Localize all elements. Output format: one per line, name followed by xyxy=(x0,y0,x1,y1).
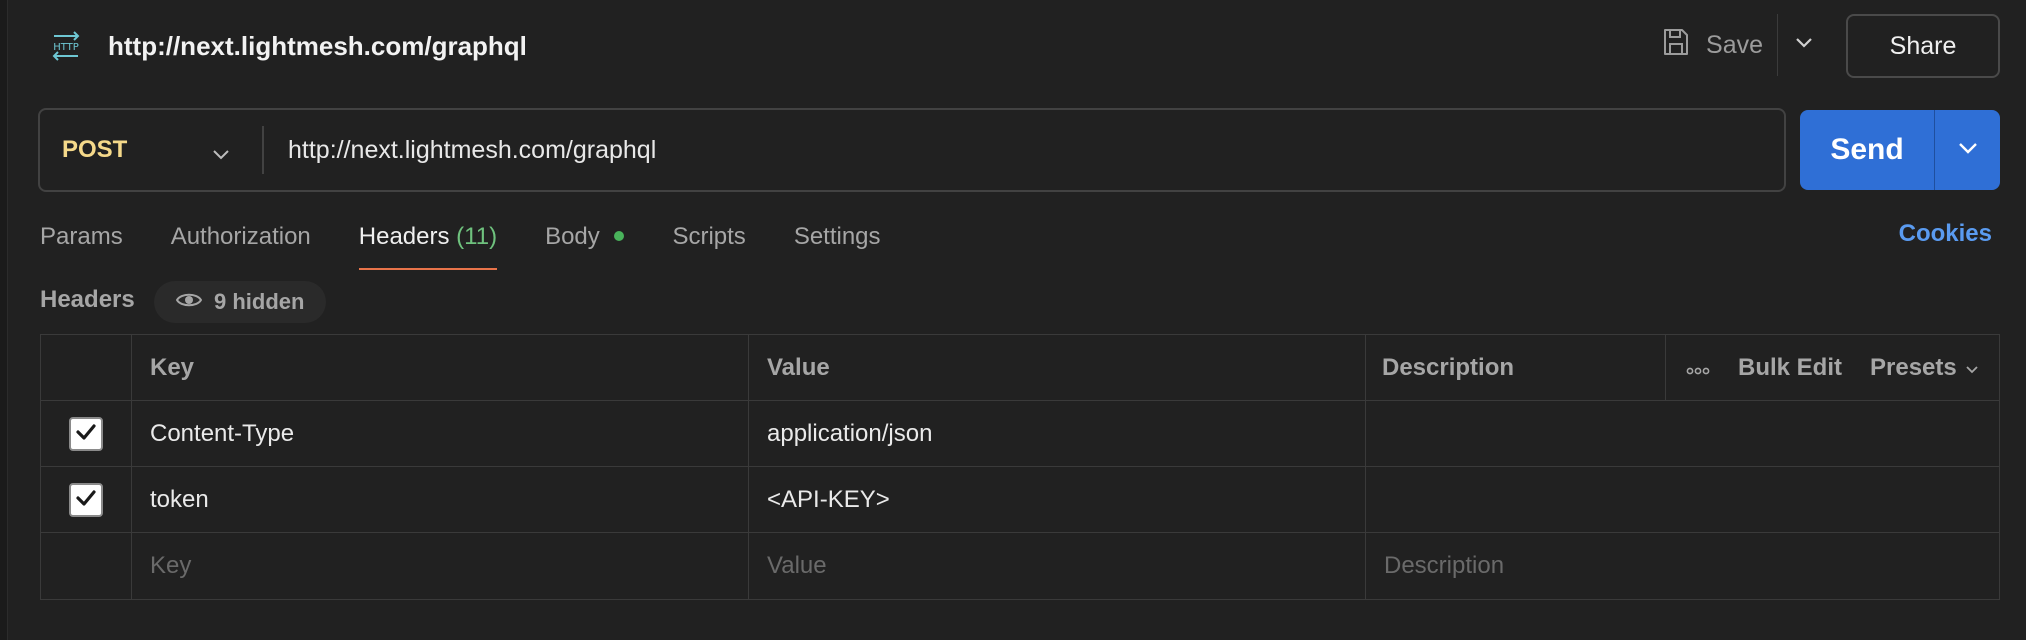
row-enabled-checkbox[interactable] xyxy=(69,416,103,451)
send-button[interactable]: Send xyxy=(1800,110,1934,190)
row-description[interactable] xyxy=(1366,401,1999,466)
tab-count: (11) xyxy=(456,223,498,250)
chevron-down-icon xyxy=(1958,141,1978,159)
save-group: Save xyxy=(1648,14,1830,76)
tab-scripts[interactable]: Scripts xyxy=(672,214,745,270)
row-key[interactable]: token xyxy=(132,467,749,532)
headers-table: Key Value Description Bulk Edit Presets xyxy=(40,334,2000,600)
more-options-button[interactable] xyxy=(1686,354,1710,382)
tab-label: Scripts xyxy=(672,223,746,250)
request-title[interactable]: http://next.lightmesh.com/graphql xyxy=(108,28,527,64)
title-bar: HTTP http://next.lightmesh.com/graphql S… xyxy=(0,0,2026,92)
more-icon xyxy=(1686,354,1710,382)
check-icon xyxy=(75,486,97,514)
table-row: Content-Type application/json xyxy=(41,401,1999,467)
column-value: Value xyxy=(749,335,1366,400)
row-key[interactable]: Content-Type xyxy=(132,401,749,466)
request-tabs: Params Authorization Headers (11) Body S… xyxy=(40,214,929,270)
new-header-row: Key Value Description xyxy=(41,533,1999,599)
new-description-input[interactable]: Description xyxy=(1366,533,1999,599)
table-actions: Bulk Edit Presets xyxy=(1666,335,1999,400)
row-description[interactable] xyxy=(1366,467,1999,532)
row-enabled-checkbox[interactable] xyxy=(69,482,103,517)
eye-icon xyxy=(175,289,203,315)
row-value[interactable]: application/json xyxy=(749,401,1366,466)
url-bar: POST xyxy=(38,108,1786,192)
hidden-headers-toggle[interactable]: 9 hidden xyxy=(154,281,327,323)
save-label: Save xyxy=(1706,30,1763,59)
headers-section-label: Headers xyxy=(40,286,135,313)
body-status-dot xyxy=(614,230,625,241)
row-check-cell xyxy=(41,533,132,599)
chevron-down-icon xyxy=(1795,36,1813,54)
hidden-count: 9 hidden xyxy=(214,289,305,314)
save-button[interactable]: Save xyxy=(1648,14,1777,76)
column-description: Description xyxy=(1366,335,1666,400)
row-check-cell xyxy=(41,467,132,532)
method-select[interactable]: POST xyxy=(40,110,262,190)
tab-label: Authorization xyxy=(170,223,311,250)
http-icon: HTTP xyxy=(46,28,86,64)
tab-label: Params xyxy=(40,223,123,250)
svg-text:HTTP: HTTP xyxy=(53,42,79,53)
table-header-row: Key Value Description Bulk Edit Presets xyxy=(41,335,1999,401)
row-check-cell xyxy=(41,401,132,466)
left-edge xyxy=(0,0,8,640)
column-key: Key xyxy=(132,335,749,400)
presets-label: Presets xyxy=(1870,353,1957,381)
check-icon xyxy=(75,420,97,448)
row-value[interactable]: <API-KEY> xyxy=(749,467,1366,532)
share-button[interactable]: Share xyxy=(1846,14,2000,78)
tab-params[interactable]: Params xyxy=(40,214,123,270)
cookies-link[interactable]: Cookies xyxy=(1899,220,1992,248)
tab-label: Body xyxy=(545,223,600,250)
presets-button[interactable]: Presets xyxy=(1870,354,1979,382)
request-editor: HTTP http://next.lightmesh.com/graphql S… xyxy=(0,0,2026,640)
tab-authorization[interactable]: Authorization xyxy=(171,214,311,270)
method-label: POST xyxy=(62,136,128,163)
header-check-cell xyxy=(41,335,132,400)
tab-label: Headers xyxy=(358,223,450,250)
send-options-button[interactable] xyxy=(1935,110,2000,190)
send-group: Send xyxy=(1800,110,2000,190)
url-input[interactable] xyxy=(264,110,1784,190)
new-value-input[interactable]: Value xyxy=(749,533,1366,599)
chevron-down-icon xyxy=(212,140,230,168)
table-row: token <API-KEY> xyxy=(41,467,1999,533)
tab-headers[interactable]: Headers (11) xyxy=(358,214,498,270)
chevron-down-icon xyxy=(1965,354,1979,382)
tab-body[interactable]: Body xyxy=(545,214,625,270)
save-options-button[interactable] xyxy=(1778,14,1830,76)
tab-settings[interactable]: Settings xyxy=(794,214,881,270)
save-icon xyxy=(1662,27,1690,64)
new-key-input[interactable]: Key xyxy=(132,533,749,599)
bulk-edit-button[interactable]: Bulk Edit xyxy=(1738,354,1842,382)
tab-label: Settings xyxy=(793,223,881,250)
